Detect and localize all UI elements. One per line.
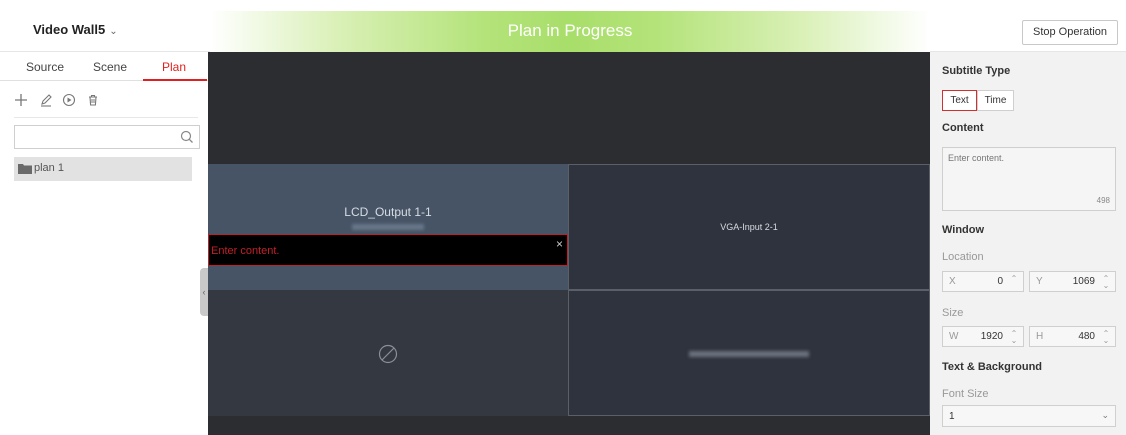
app-root: Video Wall5 ⌄ Plan in Progress Stop Opera… xyxy=(0,0,1126,435)
left-panel: Source Scene Plan plan 1 xyxy=(0,53,208,435)
font-size-select[interactable]: 1 ⌄ xyxy=(942,405,1116,427)
location-y-value: 1069 xyxy=(1072,276,1095,287)
active-tab-indicator xyxy=(143,79,207,81)
subtitle-type-title: Subtitle Type xyxy=(942,65,1011,77)
location-y-field[interactable]: Y 1069 ⌃ ⌄ xyxy=(1029,271,1116,292)
folder-icon xyxy=(18,163,32,174)
size-w-value: 1920 xyxy=(980,331,1003,342)
chevron-down-icon: ⌄ xyxy=(109,26,118,37)
wall-screen[interactable]: VGA-Input 2-1 xyxy=(568,164,930,290)
close-icon[interactable]: × xyxy=(556,237,563,251)
chevron-down-icon: ⌄ xyxy=(1101,410,1109,420)
video-wall-title: Video Wall5 xyxy=(33,22,106,37)
delete-icon[interactable] xyxy=(86,93,100,107)
wall-screen[interactable]: LCD_Output 1-1 xyxy=(208,164,568,290)
video-wall-selector[interactable]: Video Wall5 ⌄ xyxy=(33,22,118,37)
stop-operation-button[interactable]: Stop Operation xyxy=(1022,20,1118,45)
stepper-icon[interactable]: ⌃ ⌄ xyxy=(1009,330,1019,345)
no-signal-icon xyxy=(378,344,398,364)
list-item[interactable]: plan 1 xyxy=(14,157,192,181)
size-h-field[interactable]: H 480 ⌃ ⌄ xyxy=(1029,326,1116,347)
h-prefix: H xyxy=(1036,331,1044,342)
w-prefix: W xyxy=(949,331,959,342)
blurred-detail xyxy=(689,351,809,357)
left-tabs: Source Scene Plan xyxy=(0,53,208,81)
size-h-value: 480 xyxy=(1078,331,1095,342)
video-wall-canvas[interactable]: LCD_Output 1-1 VGA-Input 2-1 Enter conte… xyxy=(208,52,930,435)
blurred-detail xyxy=(352,224,424,230)
plan-progress-banner: Plan in Progress xyxy=(210,11,930,52)
top-bar: Video Wall5 ⌄ Plan in Progress Stop Opera… xyxy=(0,0,1126,52)
stepper-icon[interactable]: ⌃ ⌄ xyxy=(1101,275,1111,290)
subtitle-text: Enter content. xyxy=(211,245,280,257)
text-background-title: Text & Background xyxy=(942,361,1043,373)
collapse-left-handle[interactable]: ‹ xyxy=(200,268,208,316)
tab-scene[interactable]: Scene xyxy=(93,60,127,74)
subtitle-window[interactable]: Enter content. × xyxy=(208,234,568,266)
location-x-field[interactable]: X 0 ⌃ xyxy=(942,271,1024,292)
stepper-icon[interactable]: ⌃ ⌄ xyxy=(1101,330,1111,345)
size-w-field[interactable]: W 1920 ⌃ ⌄ xyxy=(942,326,1024,347)
stepper-icon[interactable]: ⌃ xyxy=(1009,275,1019,289)
right-panel: Subtitle Type Text Time Content 498 Wind… xyxy=(930,52,1126,435)
screen-name: LCD_Output 1-1 xyxy=(344,205,432,219)
tab-plan[interactable]: Plan xyxy=(162,60,186,74)
content-title: Content xyxy=(942,122,984,134)
font-size-label: Font Size xyxy=(942,388,989,400)
subtitle-type-text-button[interactable]: Text xyxy=(942,90,977,111)
edit-icon[interactable] xyxy=(39,93,53,107)
tab-source[interactable]: Source xyxy=(26,60,64,74)
toolbar-divider xyxy=(14,117,198,118)
subtitle-type-time-button[interactable]: Time xyxy=(977,90,1014,111)
play-icon[interactable] xyxy=(62,93,76,107)
window-title: Window xyxy=(942,224,985,236)
font-size-value: 1 xyxy=(949,411,955,422)
screen-name: VGA-Input 2-1 xyxy=(720,222,778,232)
x-prefix: X xyxy=(949,276,956,287)
location-x-value: 0 xyxy=(997,276,1003,287)
search-input[interactable] xyxy=(19,129,179,145)
plus-icon[interactable] xyxy=(14,93,28,107)
wall-screen[interactable] xyxy=(208,290,568,416)
content-textarea[interactable] xyxy=(948,153,1108,193)
location-label: Location xyxy=(942,251,984,263)
search-icon[interactable] xyxy=(180,130,194,144)
plan-label: plan 1 xyxy=(34,162,64,174)
y-prefix: Y xyxy=(1036,276,1043,287)
size-label: Size xyxy=(942,307,964,319)
wall-screen[interactable] xyxy=(568,290,930,416)
char-count: 498 xyxy=(1096,196,1110,205)
plan-search[interactable] xyxy=(14,125,200,149)
content-field[interactable]: 498 xyxy=(942,147,1116,211)
banner-text: Plan in Progress xyxy=(507,21,633,40)
